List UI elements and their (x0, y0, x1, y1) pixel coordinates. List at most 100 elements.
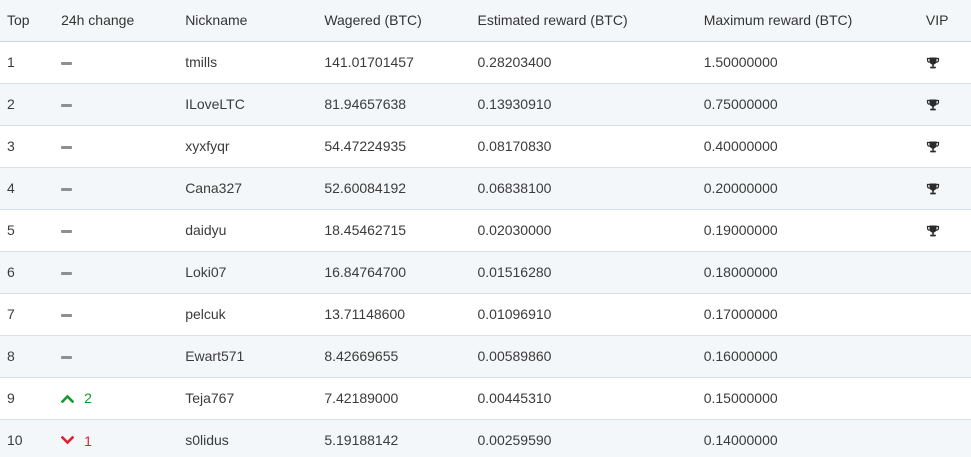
wagered-cell: 7.42189000 (324, 390, 399, 406)
maximum-reward-cell: 0.75000000 (703, 96, 778, 112)
no-change-dash-icon (61, 271, 73, 275)
table-row: 2 ILoveLTC 81.94657638 0.13930910 0.75000000 (0, 83, 971, 125)
maximum-reward-cell: 0.40000000 (703, 138, 778, 154)
column-header-24h-change[interactable]: 24h change (61, 0, 185, 41)
wagered-cell: 141.01701457 (324, 54, 414, 70)
estimated-reward-cell: 0.01516280 (477, 264, 552, 280)
rank-cell: 7 (7, 306, 15, 322)
header-row: Top 24h change Nickname Wagered (BTC) Es… (0, 0, 971, 41)
nickname-cell[interactable]: Ewart571 (185, 335, 324, 377)
vip-cell (926, 251, 971, 293)
change-value: 2 (84, 390, 92, 407)
table-row: 7 pelcuk 13.71148600 0.01096910 0.17000000 (0, 293, 971, 335)
change-cell (61, 209, 185, 251)
no-change-dash-icon (61, 355, 73, 359)
maximum-reward-cell: 1.50000000 (703, 54, 778, 70)
estimated-reward-cell: 0.00445310 (477, 390, 552, 406)
change-value: 1 (84, 432, 92, 449)
trophy-icon (926, 182, 940, 196)
rank-cell: 5 (7, 222, 15, 238)
nickname-cell[interactable]: tmills (185, 41, 324, 83)
change-cell (61, 125, 185, 167)
table-row: 8 Ewart571 8.42669655 0.00589860 0.16000000 (0, 335, 971, 377)
table-row: 4 Cana327 52.60084192 0.06838100 0.20000000 (0, 167, 971, 209)
trophy-icon (926, 140, 940, 154)
change-cell (61, 167, 185, 209)
trophy-icon (926, 224, 940, 238)
nickname-cell[interactable]: Cana327 (185, 167, 324, 209)
table-row: 5 daidyu 18.45462715 0.02030000 0.19000000 (0, 209, 971, 251)
table-row: 3 xyxfyqr 54.47224935 0.08170830 0.40000000 (0, 125, 971, 167)
change-cell (61, 293, 185, 335)
trophy-icon (926, 56, 940, 70)
change-cell (61, 335, 185, 377)
no-change-dash-icon (61, 145, 73, 149)
estimated-reward-cell: 0.02030000 (477, 222, 552, 238)
change-cell: 2 (61, 377, 185, 419)
nickname-cell[interactable]: xyxfyqr (185, 125, 324, 167)
wagered-cell: 16.84764700 (324, 264, 407, 280)
change-cell (61, 41, 185, 83)
estimated-reward-cell: 0.00259590 (477, 432, 552, 449)
vip-cell (926, 41, 971, 83)
vip-cell (926, 83, 971, 125)
maximum-reward-cell: 0.20000000 (703, 180, 778, 196)
column-header-top[interactable]: Top (0, 0, 61, 41)
nickname-cell[interactable]: ILoveLTC (185, 83, 324, 125)
vip-cell (926, 419, 971, 457)
maximum-reward-cell: 0.17000000 (703, 306, 778, 322)
nickname-cell[interactable]: Loki07 (185, 251, 324, 293)
maximum-reward-cell: 0.14000000 (703, 432, 778, 449)
wagered-cell: 5.19188142 (324, 432, 399, 449)
chevron-up-icon (61, 394, 75, 403)
rank-cell: 3 (7, 138, 15, 154)
table-row: 9 2 Teja767 7.42189000 0.00445310 0.15000000 (0, 377, 971, 419)
leaderboard-table: Top 24h change Nickname Wagered (BTC) Es… (0, 0, 971, 457)
column-header-nickname[interactable]: Nickname (185, 0, 324, 41)
vip-cell (926, 377, 971, 419)
maximum-reward-cell: 0.16000000 (703, 348, 778, 364)
wagered-cell: 52.60084192 (324, 180, 407, 196)
estimated-reward-cell: 0.08170830 (477, 138, 552, 154)
nickname-cell[interactable]: pelcuk (185, 293, 324, 335)
nickname-cell[interactable]: daidyu (185, 209, 324, 251)
rank-cell: 10 (7, 432, 23, 449)
column-header-maximum-reward[interactable]: Maximum reward (BTC) (704, 0, 926, 41)
rank-cell: 6 (7, 264, 15, 280)
no-change-dash-icon (61, 187, 73, 191)
change-indicator: 1 (61, 433, 92, 449)
rank-cell: 2 (7, 96, 15, 112)
nickname-cell[interactable]: s0lidus (185, 419, 324, 457)
vip-cell (926, 125, 971, 167)
estimated-reward-cell: 0.06838100 (477, 180, 552, 196)
no-change-dash-icon (61, 61, 73, 65)
column-header-wagered[interactable]: Wagered (BTC) (324, 0, 477, 41)
nickname-cell[interactable]: Teja767 (185, 377, 324, 419)
estimated-reward-cell: 0.13930910 (477, 96, 552, 112)
wagered-cell: 54.47224935 (324, 138, 407, 154)
column-header-vip[interactable]: VIP (926, 0, 971, 41)
table-header: Top 24h change Nickname Wagered (BTC) Es… (0, 0, 971, 41)
maximum-reward-cell: 0.18000000 (703, 264, 778, 280)
no-change-dash-icon (61, 313, 73, 317)
table-row: 10 1 s0lidus 5.19188142 0.00259590 0.14000000 (0, 419, 971, 457)
change-cell (61, 251, 185, 293)
rank-cell: 9 (7, 390, 15, 406)
estimated-reward-cell: 0.00589860 (477, 348, 552, 364)
wagered-cell: 13.71148600 (324, 306, 406, 322)
vip-cell (926, 335, 971, 377)
change-cell: 1 (61, 419, 185, 457)
table-body: 1 tmills 141.01701457 0.28203400 1.50000000 2… (0, 41, 971, 457)
vip-cell (926, 293, 971, 335)
trophy-icon (926, 98, 940, 112)
column-header-estimated-reward[interactable]: Estimated reward (BTC) (477, 0, 703, 41)
table-row: 6 Loki07 16.84764700 0.01516280 0.18000000 (0, 251, 971, 293)
change-cell (61, 83, 185, 125)
no-change-dash-icon (61, 103, 73, 107)
maximum-reward-cell: 0.15000000 (703, 390, 778, 406)
no-change-dash-icon (61, 229, 73, 233)
change-indicator: 2 (61, 390, 92, 406)
rank-cell: 8 (7, 348, 15, 364)
rank-cell: 4 (7, 180, 15, 196)
table-row: 1 tmills 141.01701457 0.28203400 1.50000000 (0, 41, 971, 83)
